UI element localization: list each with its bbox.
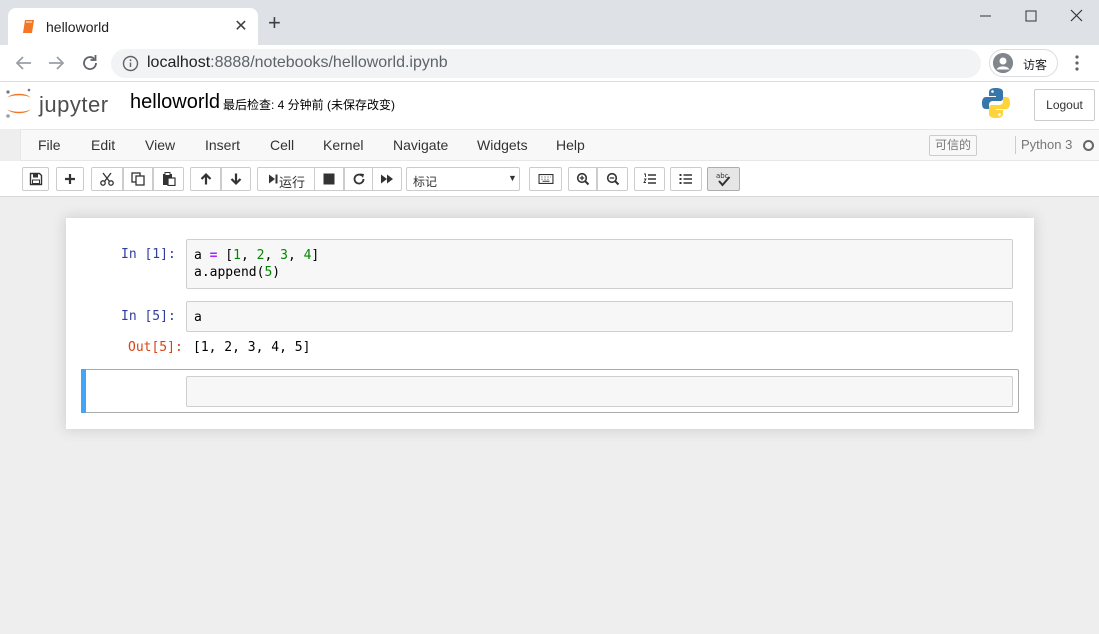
save-icon	[29, 172, 42, 186]
keyboard-icon	[538, 174, 553, 184]
menu-insert[interactable]: Insert	[205, 137, 240, 153]
chevron-down-icon: ▼	[508, 173, 517, 183]
code-line: a.append(5)	[194, 265, 281, 280]
maximize-button[interactable]	[1008, 0, 1054, 32]
paste-icon	[162, 172, 176, 186]
notebook-toolbar: 运行 标记 ▼ abc	[0, 161, 1099, 197]
interrupt-kernel-button[interactable]	[315, 167, 344, 191]
code-line: a	[194, 310, 202, 325]
output-prompt: Out[5]:	[128, 340, 183, 355]
jupyter-logo-icon	[6, 88, 31, 118]
restart-kernel-button[interactable]	[344, 167, 373, 191]
menu-edit[interactable]: Edit	[91, 137, 115, 153]
menu-file[interactable]: File	[38, 137, 61, 153]
step-forward-icon	[269, 174, 278, 184]
move-down-button[interactable]	[221, 167, 251, 191]
notebook-name[interactable]: helloworld	[130, 91, 220, 114]
close-icon	[1070, 9, 1083, 22]
kernel-name: Python 3	[1021, 137, 1073, 152]
jupyter-logo-text: jupyter	[39, 92, 109, 117]
menu-help[interactable]: Help	[556, 137, 585, 153]
plus-icon	[65, 174, 75, 184]
profile-label: 访客	[1023, 58, 1048, 72]
arrow-up-icon	[200, 172, 211, 185]
profile-button[interactable]: 访客	[989, 49, 1058, 77]
cell-type-select[interactable]: 标记 ▼	[406, 167, 520, 191]
info-icon[interactable]	[122, 55, 139, 72]
numbered-list-button[interactable]	[634, 167, 665, 191]
logout-button[interactable]: Logout	[1034, 89, 1095, 121]
insert-cell-button[interactable]	[56, 167, 84, 191]
copy-icon	[131, 172, 145, 186]
cut-button[interactable]	[91, 167, 123, 191]
code-cell-input[interactable]	[186, 376, 1013, 407]
browser-toolbar: localhost:8888/notebooks/helloworld.ipyn…	[0, 45, 1099, 82]
code-cell-input[interactable]: a = [1, 2, 3, 4] a.append(5)	[186, 239, 1013, 289]
zoom-in-icon	[576, 172, 589, 186]
kernel-idle-icon	[1083, 140, 1094, 151]
bullet-list-button[interactable]	[670, 167, 702, 191]
run-button[interactable]: 运行	[257, 167, 315, 191]
new-tab-icon[interactable]: +	[268, 12, 281, 34]
spellcheck-icon: abc	[716, 172, 730, 187]
menu-kernel[interactable]: Kernel	[323, 137, 363, 153]
selection-indicator	[81, 369, 86, 413]
jupyter-header: jupyter helloworld 最后检查: 4 分钟前 (未保存改变) L…	[0, 82, 1099, 129]
menu-widgets[interactable]: Widgets	[477, 137, 528, 153]
url-host: localhost	[147, 54, 211, 71]
move-up-button[interactable]	[190, 167, 221, 191]
maximize-icon	[1025, 10, 1037, 22]
zoom-out-icon	[606, 172, 619, 186]
code-line: a = [1, 2, 3, 4]	[194, 248, 320, 263]
selected-cell[interactable]	[81, 369, 1019, 413]
close-window-button[interactable]	[1053, 0, 1099, 32]
notebook-container: In [1]: a = [1, 2, 3, 4] a.append(5) In …	[66, 218, 1034, 429]
run-label: 运行	[279, 175, 306, 190]
back-arrow-icon[interactable]	[12, 51, 36, 75]
spellcheck-button[interactable]: abc	[707, 167, 740, 191]
notebook-menubar: File Edit View Insert Cell Kernel Naviga…	[20, 129, 1099, 161]
divider	[1015, 136, 1016, 154]
tab-close-icon[interactable]: ✕	[232, 16, 250, 36]
arrow-down-icon	[230, 173, 242, 186]
address-bar[interactable]: localhost:8888/notebooks/helloworld.ipyn…	[111, 49, 981, 78]
minimize-icon	[980, 15, 991, 17]
checkpoint-status: 最后检查: 4 分钟前 (未保存改变)	[223, 98, 396, 112]
browser-tab[interactable]: helloworld ✕	[8, 8, 258, 45]
reload-icon[interactable]	[78, 51, 102, 75]
more-menu-icon[interactable]	[1070, 53, 1084, 73]
input-prompt: In [5]:	[121, 309, 176, 324]
notebook-favicon-icon	[23, 20, 34, 33]
avatar-icon	[993, 53, 1013, 73]
zoom-in-button[interactable]	[568, 167, 597, 191]
refresh-icon	[353, 173, 364, 185]
zoom-out-button[interactable]	[597, 167, 628, 191]
code-cell-input[interactable]: a	[186, 301, 1013, 332]
paste-button[interactable]	[153, 167, 184, 191]
url-text: localhost:8888/notebooks/helloworld.ipyn…	[147, 54, 448, 72]
bullet-list-icon	[679, 174, 692, 184]
input-prompt: In [1]:	[121, 247, 176, 262]
menu-navigate[interactable]: Navigate	[393, 137, 448, 153]
numbered-list-icon	[642, 173, 656, 184]
stop-icon	[323, 173, 335, 185]
command-palette-button[interactable]	[529, 167, 562, 191]
trusted-indicator[interactable]: 可信的	[929, 135, 978, 156]
menu-cell[interactable]: Cell	[270, 137, 294, 153]
cell-type-value: 标记	[413, 175, 438, 189]
python-logo-icon	[982, 88, 1010, 118]
menu-view[interactable]: View	[145, 137, 175, 153]
cell-output: [1, 2, 3, 4, 5]	[193, 340, 311, 355]
tab-title: helloworld	[46, 19, 110, 35]
forward-arrow-icon[interactable]	[44, 51, 68, 75]
browser-tabstrip: helloworld ✕ +	[0, 0, 1099, 45]
minimize-button[interactable]	[962, 0, 1008, 32]
copy-button[interactable]	[123, 167, 153, 191]
fast-forward-icon	[381, 174, 393, 184]
scissors-icon	[100, 172, 114, 186]
restart-run-all-button[interactable]	[373, 167, 402, 191]
url-path: :8888/notebooks/helloworld.ipynb	[210, 54, 448, 71]
save-button[interactable]	[22, 167, 49, 191]
jupyter-logo[interactable]: jupyter	[4, 87, 116, 121]
